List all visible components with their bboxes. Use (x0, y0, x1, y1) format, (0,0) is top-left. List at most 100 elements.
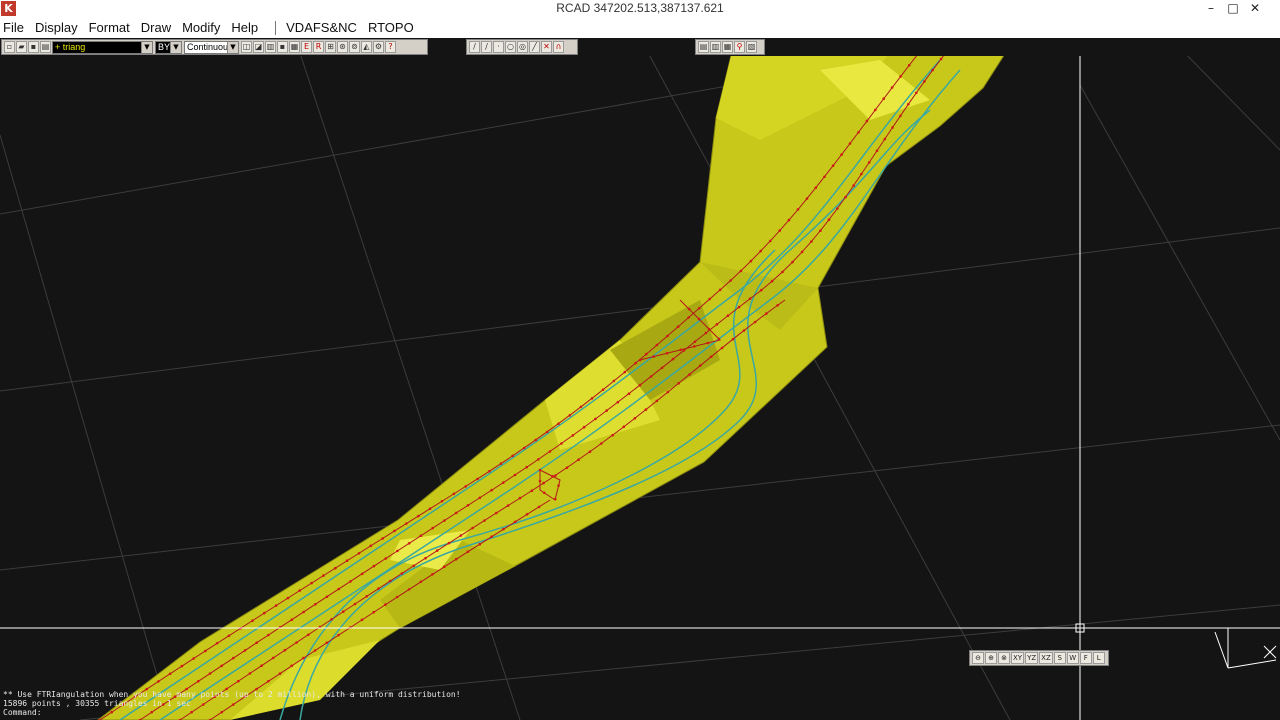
chevron-down-icon[interactable]: ▼ (170, 41, 181, 53)
toolbar-row: ▫ ▰ ▪ ▤ + triang ▼ BYL ▼ Continuous ▼ ◫ … (0, 38, 1280, 56)
edit-icon[interactable]: E (301, 41, 312, 53)
layers-icon[interactable]: ▤ (698, 41, 709, 53)
open-file-icon[interactable]: ▰ (16, 41, 27, 53)
snap-icon[interactable]: ⊞ (325, 41, 336, 53)
survey-point (522, 446, 526, 450)
survey-point (454, 511, 458, 515)
survey-point (263, 611, 266, 615)
layer-manager-icon[interactable]: ▥ (265, 41, 276, 53)
survey-point (875, 149, 879, 153)
survey-point (407, 588, 411, 591)
survey-point (545, 430, 549, 434)
view-wireframe-button[interactable]: W (1066, 652, 1079, 664)
menu-file[interactable]: File (3, 17, 29, 38)
menu-vdafs-nc[interactable]: VDAFS&NC (286, 17, 362, 38)
donut-icon[interactable]: ◎ (517, 41, 528, 53)
circle-icon[interactable]: ○ (505, 41, 516, 53)
save-file-icon[interactable]: ▪ (28, 41, 39, 53)
survey-point (310, 581, 313, 585)
survey-point (388, 579, 392, 583)
point-icon[interactable]: · (493, 41, 504, 53)
terrain-icon[interactable]: ◭ (361, 41, 372, 53)
zoom-in-icon[interactable]: ⊕ (985, 652, 997, 664)
menu-draw[interactable]: Draw (141, 17, 176, 38)
view-shaded-button[interactable]: S (1053, 652, 1066, 664)
survey-point (601, 388, 605, 392)
survey-point (298, 589, 302, 592)
view-fill-button[interactable]: F (1079, 652, 1092, 664)
color-select[interactable]: BYL ▼ (155, 40, 182, 54)
view-xy-button[interactable]: XY (1011, 652, 1025, 664)
survey-point (513, 473, 517, 477)
color-value: BYL (156, 41, 170, 53)
survey-point (530, 489, 534, 493)
survey-point (731, 337, 735, 341)
survey-point (495, 511, 498, 515)
command-prompt[interactable]: Command: (3, 708, 620, 717)
delete-icon[interactable]: ✕ (541, 41, 552, 53)
survey-point (381, 537, 385, 540)
print-icon[interactable]: ▤ (40, 41, 51, 53)
survey-point (594, 417, 597, 421)
survey-point (891, 126, 894, 129)
survey-point (369, 544, 373, 548)
object-snap-icon[interactable]: ⊚ (349, 41, 360, 53)
chevron-down-icon[interactable]: ▼ (227, 41, 238, 53)
survey-point (715, 323, 719, 326)
menu-rtopo[interactable]: RTOPO (368, 17, 419, 38)
maximize-button[interactable]: □ (1222, 0, 1244, 17)
settings-icon[interactable]: ⚙ (373, 41, 384, 53)
survey-point (342, 610, 345, 613)
location-pin-icon[interactable]: ⚲ (734, 41, 745, 53)
zoom-window-icon[interactable]: ◫ (241, 41, 252, 53)
survey-point (274, 604, 278, 607)
image-icon[interactable]: ▧ (746, 41, 757, 53)
survey-point (271, 656, 275, 660)
terrain-3d-view (0, 56, 1280, 720)
survey-point (290, 664, 294, 668)
menu-display[interactable]: Display (35, 17, 83, 38)
help-icon[interactable]: ? (385, 41, 396, 53)
new-file-icon[interactable]: ▫ (4, 41, 15, 53)
layer-select[interactable]: + triang ▼ (52, 40, 153, 54)
save-view-icon[interactable]: ▪ (277, 41, 288, 53)
zoom-extents-icon[interactable]: ◪ (253, 41, 264, 53)
survey-point (638, 358, 642, 362)
polyline-icon[interactable]: ∕ (481, 41, 492, 53)
survey-point (295, 641, 298, 644)
arc-icon[interactable]: ∩ (553, 41, 564, 53)
survey-point (781, 270, 784, 274)
linetype-select[interactable]: Continuous ▼ (184, 40, 239, 54)
survey-point (796, 208, 800, 211)
properties-icon[interactable]: ▦ (289, 41, 300, 53)
command-area[interactable]: ** Use FTRIangulation when you have many… (0, 690, 620, 720)
menu-help[interactable]: Help (231, 17, 263, 38)
drawing-viewport[interactable] (0, 56, 1280, 720)
survey-point (666, 334, 669, 338)
survey-point (649, 375, 653, 378)
view-xz-button[interactable]: XZ (1039, 652, 1053, 664)
display-toolbar: ▤ ▥ ▦ ⚲ ▧ (695, 39, 765, 55)
view-yz-button[interactable]: YZ (1025, 652, 1039, 664)
zoom-out-icon[interactable]: ⊖ (972, 652, 984, 664)
table-icon[interactable]: ▥ (710, 41, 721, 53)
survey-point (267, 680, 270, 683)
redraw-icon[interactable]: R (313, 41, 324, 53)
menu-format[interactable]: Format (89, 17, 135, 38)
ray-icon[interactable]: ╱ (529, 41, 540, 53)
survey-point (260, 664, 263, 667)
minimize-button[interactable]: – (1200, 0, 1222, 17)
chevron-down-icon[interactable]: ▼ (141, 41, 152, 53)
zoom-all-icon[interactable]: ⊗ (998, 652, 1010, 664)
line-icon[interactable]: / (469, 41, 480, 53)
survey-point (655, 343, 659, 347)
grid-icon[interactable]: ▦ (722, 41, 733, 53)
survey-point (720, 346, 724, 350)
menu-modify[interactable]: Modify (182, 17, 225, 38)
survey-point (831, 164, 835, 167)
command-history-line: ** Use FTRIangulation when you have many… (3, 690, 461, 699)
view-lines-button[interactable]: L (1092, 652, 1105, 664)
close-button[interactable]: ✕ (1244, 0, 1266, 17)
ortho-icon[interactable]: ⊛ (337, 41, 348, 53)
survey-point (819, 229, 822, 232)
